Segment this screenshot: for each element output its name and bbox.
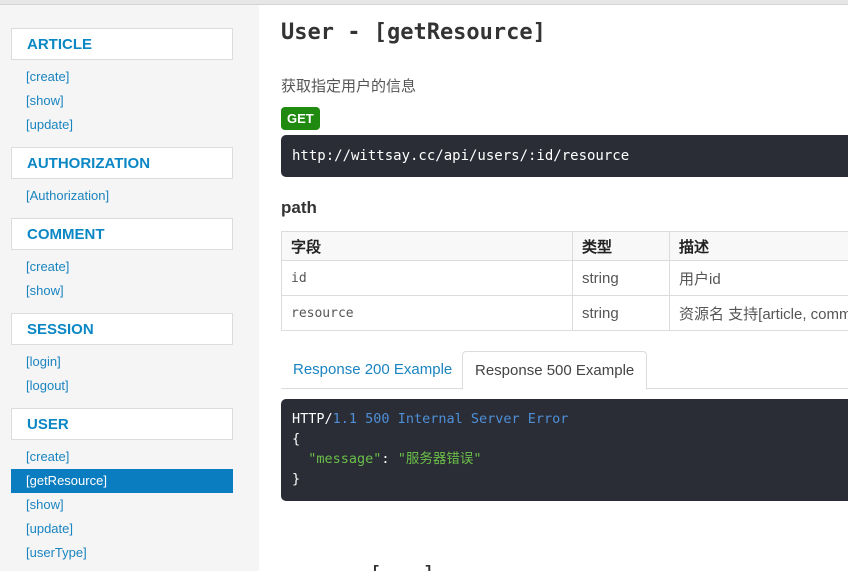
- tab-response-200[interactable]: Response 200 Example: [281, 351, 464, 389]
- next-section-title: [...]: [369, 563, 435, 571]
- sidebar-group-comment: COMMENT [create] [show]: [11, 218, 233, 303]
- table-row: id string 用户id: [281, 260, 848, 296]
- sidebar-group-authorization: AUTHORIZATION [Authorization]: [11, 147, 233, 208]
- page-title: User - [getResource]: [281, 20, 546, 45]
- params-section-title: path: [281, 198, 317, 217]
- code-protocol: HTTP/: [292, 411, 333, 427]
- table-cell-description: 用户id: [669, 260, 848, 296]
- sidebar-item-comment-show[interactable]: [show]: [11, 279, 233, 303]
- table-cell-type: string: [572, 295, 670, 331]
- sidebar-item-user-create[interactable]: [create]: [11, 445, 233, 469]
- code-status-text: Internal Server Error: [397, 411, 569, 427]
- sidebar-group-title[interactable]: USER: [11, 408, 233, 440]
- main-content: User - [getResource] 获取指定用户的信息 GET http:…: [259, 5, 848, 571]
- tab-response-500[interactable]: Response 500 Example: [462, 351, 648, 390]
- sidebar-group-article: ARTICLE [create] [show] [update]: [11, 28, 233, 137]
- sidebar: ARTICLE [create] [show] [update] AUTHORI…: [0, 5, 259, 571]
- table-header-description: 描述: [669, 231, 848, 261]
- code-status-line: HTTP/1.1 500 Internal Server Error: [292, 409, 848, 429]
- sidebar-item-article-create[interactable]: [create]: [11, 65, 233, 89]
- sidebar-item-user-usertype[interactable]: [userType]: [11, 541, 233, 565]
- code-value: "服务器错误": [397, 451, 482, 467]
- table-row: resource string 资源名 支持[article, comm: [281, 295, 848, 331]
- code-body-line: "message": "服务器错误": [292, 449, 848, 469]
- params-table: 字段 类型 描述 id string 用户id resource string …: [281, 231, 848, 331]
- endpoint-url: http://wittsay.cc/api/users/:id/resource: [281, 135, 848, 177]
- response-tabs: Response 200 Example Response 500 Exampl…: [281, 351, 848, 390]
- sidebar-item-comment-create[interactable]: [create]: [11, 255, 233, 279]
- sidebar-group-title[interactable]: COMMENT: [11, 218, 233, 250]
- sidebar-group-title[interactable]: SESSION: [11, 313, 233, 345]
- code-status: 500: [365, 411, 390, 427]
- sidebar-item-article-update[interactable]: [update]: [11, 113, 233, 137]
- code-colon: :: [381, 451, 398, 467]
- table-cell-description: 资源名 支持[article, comm: [669, 295, 848, 331]
- code-key: "message": [308, 451, 382, 467]
- sidebar-group-user: USER [create] [getResource] [show] [upda…: [11, 408, 233, 571]
- code-close-brace: }: [292, 471, 301, 487]
- sidebar-item-article-show[interactable]: [show]: [11, 89, 233, 113]
- table-header-field: 字段: [281, 231, 573, 261]
- sidebar-group-title[interactable]: AUTHORIZATION: [11, 147, 233, 179]
- table-header-type: 类型: [572, 231, 670, 261]
- sidebar-item-user-more[interactable]: [...: [11, 565, 233, 571]
- sidebar-item-session-logout[interactable]: [logout]: [11, 374, 233, 398]
- sidebar-item-authorization[interactable]: [Authorization]: [11, 184, 233, 208]
- code-version: 1.1: [332, 411, 358, 427]
- http-method-badge: GET: [281, 107, 320, 130]
- sidebar-item-user-update[interactable]: [update]: [11, 517, 233, 541]
- code-open-brace: {: [292, 431, 301, 447]
- sidebar-item-user-show[interactable]: [show]: [11, 493, 233, 517]
- sidebar-item-session-login[interactable]: [login]: [11, 350, 233, 374]
- response-code-block: HTTP/1.1 500 Internal Server Error { "me…: [281, 399, 848, 501]
- endpoint-description: 获取指定用户的信息: [281, 78, 417, 95]
- sidebar-group-title[interactable]: ARTICLE: [11, 28, 233, 60]
- sidebar-item-user-getresource[interactable]: [getResource]: [11, 469, 233, 493]
- table-header-row: 字段 类型 描述: [281, 231, 848, 261]
- table-cell-type: string: [572, 260, 670, 296]
- table-cell-field: id: [281, 260, 573, 296]
- sidebar-group-session: SESSION [login] [logout]: [11, 313, 233, 398]
- table-cell-field: resource: [281, 295, 573, 331]
